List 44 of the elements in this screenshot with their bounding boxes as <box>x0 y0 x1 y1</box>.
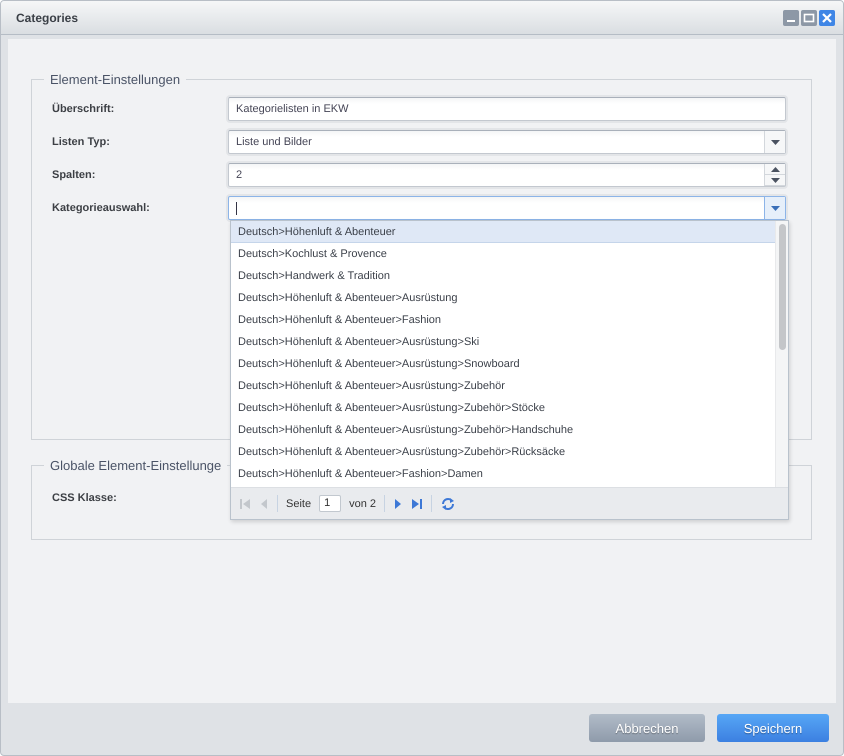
category-option[interactable]: Deutsch>Höhenluft & Abenteuer>Ausrüstung>Snowboard <box>231 353 775 375</box>
category-option[interactable]: Deutsch>Höhenluft & Abenteuer>Ausrüstung>Zubehör>Handschuhe <box>231 419 775 441</box>
section-title: Element-Einstellungen <box>49 72 182 87</box>
maximize-icon[interactable] <box>801 10 817 26</box>
window-title: Categories <box>16 10 78 24</box>
field-label: CSS Klasse: <box>52 492 118 504</box>
dropdown-field[interactable]: Liste und Bilder <box>228 130 786 154</box>
page-label: Seite <box>286 498 312 510</box>
last-page-icon[interactable] <box>411 498 423 510</box>
caret-icon <box>770 140 780 144</box>
dropdown-trigger[interactable] <box>764 131 785 153</box>
text-cursor <box>236 202 237 214</box>
category-option[interactable]: Deutsch>Höhenluft & Abenteuer>Ausrüstung>Ski <box>231 331 775 353</box>
scrollbar[interactable] <box>775 221 788 487</box>
scrollbar-thumb[interactable] <box>778 224 786 350</box>
caret-icon <box>770 178 780 182</box>
text-field[interactable]: Kategorielisten in EKW <box>228 97 786 121</box>
category-option[interactable]: Deutsch>Handwerk & Tradition <box>231 265 775 287</box>
page-number-field[interactable]: 1 <box>319 495 342 512</box>
number-field[interactable]: 2 <box>228 163 786 187</box>
dropdown-trigger[interactable] <box>764 197 785 219</box>
category-option[interactable]: Deutsch>Kochlust & Provence <box>231 243 775 265</box>
spin-down-button[interactable] <box>765 175 785 186</box>
category-option[interactable]: Deutsch>Höhenluft & Abenteuer>Ausrüstung>Zubehör>Rücksäcke <box>231 441 775 463</box>
category-option[interactable]: Deutsch>Höhenluft & Abenteuer <box>231 221 775 243</box>
refresh-icon[interactable] <box>440 496 456 512</box>
category-option[interactable]: Deutsch>Höhenluft & Abenteuer>Fashion <box>231 309 775 331</box>
category-option[interactable]: Deutsch>Höhenluft & Abenteuer>Fashion>Damen <box>231 463 775 485</box>
next-page-icon[interactable] <box>393 498 403 510</box>
combo-field[interactable] <box>228 196 786 220</box>
caret-up-icon <box>770 166 780 172</box>
caret-icon <box>770 206 780 210</box>
spin-up-button[interactable] <box>765 164 785 175</box>
category-option[interactable]: Deutsch>Höhenluft & Abenteuer>Ausrüstung <box>231 287 775 309</box>
field-label: Kategorieauswahl: <box>52 202 151 214</box>
category-option[interactable]: Deutsch>Höhenluft & Abenteuer>Ausrüstung>Zubehör>Stöcke <box>231 397 775 419</box>
minimize-icon[interactable] <box>783 10 799 26</box>
field-label: Spalten: <box>52 169 96 181</box>
field-label: Überschrift: <box>52 103 116 115</box>
field-label: Listen Typ: <box>52 136 111 148</box>
section-title: Globale Element-Einstellunge <box>49 458 222 473</box>
close-icon[interactable] <box>819 10 835 26</box>
page-total: von 2 <box>349 498 376 510</box>
category-option[interactable]: Deutsch>Höhenluft & Abenteuer>Ausrüstung>Zubehör <box>231 375 775 397</box>
